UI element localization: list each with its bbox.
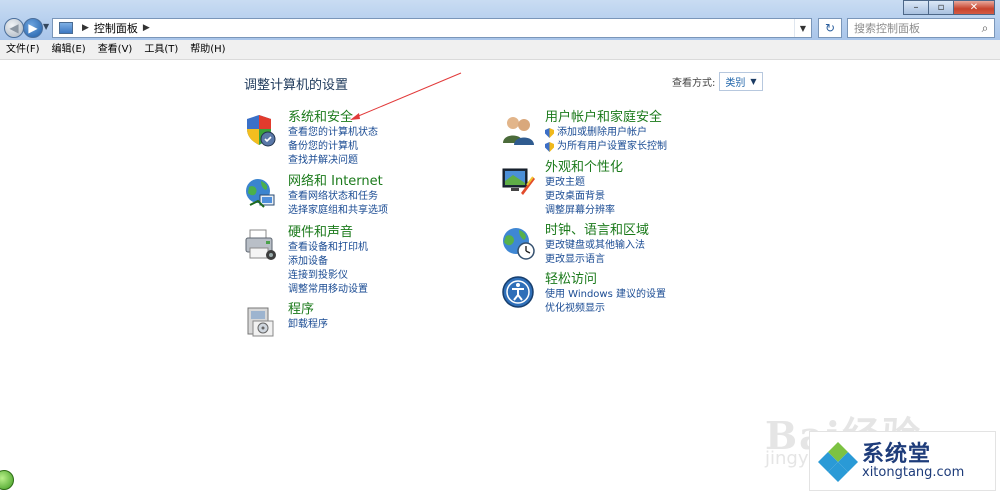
link-parental-controls[interactable]: 为所有用户设置家长控制 [545, 140, 667, 154]
site-url: xitongtang.com [862, 465, 965, 480]
user-accounts-heading[interactable]: 用户帐户和家庭安全 [545, 110, 667, 126]
link-screen-resolution[interactable]: 调整屏幕分辨率 [545, 204, 623, 218]
link-change-keyboard[interactable]: 更改键盘或其他输入法 [545, 239, 649, 253]
hardware-sound-heading[interactable]: 硬件和声音 [288, 225, 368, 241]
link-view-computer-status[interactable]: 查看您的计算机状态 [288, 126, 378, 140]
users-icon [503, 117, 534, 145]
network-internet-heading[interactable]: 网络和 Internet [288, 174, 388, 190]
control-panel-icon [59, 22, 73, 34]
minimize-button[interactable]: – [903, 0, 929, 15]
link-parental-controls-label[interactable]: 为所有用户设置家长控制 [557, 140, 667, 154]
ease-of-access-heading[interactable]: 轻松访问 [545, 272, 666, 288]
address-dropdown-icon[interactable]: ▼ [794, 19, 811, 37]
search-icon[interactable]: ⌕ [976, 21, 994, 36]
clock-language-heading[interactable]: 时钟、语言和区域 [545, 223, 649, 239]
forward-button[interactable]: ▶ [23, 18, 43, 38]
site-name: 系统堂 [862, 441, 932, 467]
menu-bar: 文件(F) 编辑(E) 查看(V) 工具(T) 帮助(H) [0, 40, 1000, 60]
menu-tools[interactable]: 工具(T) [138, 40, 184, 59]
breadcrumb-control-panel[interactable]: 控制面板 [94, 20, 138, 36]
link-find-fix-problems[interactable]: 查找并解决问题 [288, 154, 378, 168]
link-optimize-visual-display[interactable]: 优化视频显示 [545, 302, 666, 316]
programs-heading[interactable]: 程序 [288, 302, 328, 318]
link-backup-computer[interactable]: 备份您的计算机 [288, 140, 378, 154]
network-globe-icon [246, 179, 275, 208]
programs-icon [247, 307, 274, 337]
link-add-remove-accounts-label[interactable]: 添加或删除用户帐户 [557, 126, 647, 140]
maximize-button[interactable]: ▫ [928, 0, 954, 15]
link-change-background[interactable]: 更改桌面背景 [545, 190, 623, 204]
breadcrumb-arrow-icon[interactable]: ▶ [82, 23, 89, 33]
appearance-monitor-icon [502, 168, 535, 195]
search-input[interactable]: 搜索控制面板 [848, 20, 976, 36]
close-button[interactable]: ✕ [953, 0, 995, 15]
menu-edit[interactable]: 编辑(E) [46, 40, 92, 59]
link-change-theme[interactable]: 更改主题 [545, 176, 623, 190]
link-add-device[interactable]: 添加设备 [288, 255, 368, 269]
printer-icon [245, 229, 276, 260]
link-devices-printers[interactable]: 查看设备和打印机 [288, 241, 368, 255]
uac-shield-icon [545, 142, 554, 152]
breadcrumb-arrow-icon[interactable]: ▶ [143, 23, 150, 33]
link-view-network-status[interactable]: 查看网络状态和任务 [288, 190, 388, 204]
uac-shield-icon [545, 128, 554, 138]
address-bar[interactable]: ▶ 控制面板 ▶ ▼ [52, 18, 812, 38]
refresh-button[interactable]: ↻ [818, 18, 842, 38]
link-uninstall-program[interactable]: 卸载程序 [288, 318, 328, 332]
window-controls: – ▫ ✕ [903, 0, 995, 15]
link-change-display-language[interactable]: 更改显示语言 [545, 253, 649, 267]
appearance-heading[interactable]: 外观和个性化 [545, 160, 623, 176]
ease-of-access-icon [502, 276, 534, 308]
menu-view[interactable]: 查看(V) [92, 40, 139, 59]
site-logo-icon [818, 442, 858, 482]
search-box[interactable]: 搜索控制面板 ⌕ [847, 18, 995, 38]
clock-globe-icon [503, 228, 535, 260]
link-connect-projector[interactable]: 连接到投影仪 [288, 269, 368, 283]
back-button[interactable]: ◀ [4, 18, 24, 38]
link-mobility-settings[interactable]: 调整常用移动设置 [288, 283, 368, 297]
menu-file[interactable]: 文件(F) [0, 40, 46, 59]
link-homegroup-sharing[interactable]: 选择家庭组和共享选项 [288, 204, 388, 218]
menu-help[interactable]: 帮助(H) [184, 40, 231, 59]
recent-pages-dropdown[interactable]: ▼ [43, 22, 49, 31]
title-address-bar: ◀ ▶ ▼ ▶ 控制面板 ▶ ▼ ↻ 搜索控制面板 ⌕ – ▫ ✕ [0, 0, 1000, 40]
system-security-heading[interactable]: 系统和安全 [288, 110, 378, 126]
system-security-shield-icon [247, 115, 276, 147]
link-add-remove-accounts[interactable]: 添加或删除用户帐户 [545, 126, 667, 140]
link-windows-recommended-settings[interactable]: 使用 Windows 建议的设置 [545, 288, 666, 302]
